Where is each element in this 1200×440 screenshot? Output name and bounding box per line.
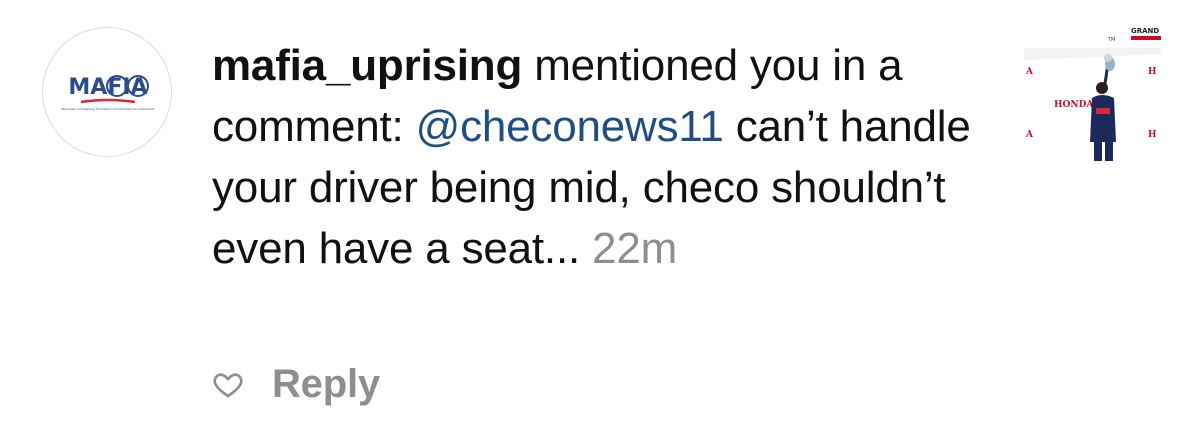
tm-mark: TM [1107, 37, 1115, 43]
svg-text:H: H [1148, 130, 1157, 140]
action-bar: Reply [212, 357, 380, 411]
heart-outline-icon[interactable] [212, 368, 244, 400]
avatar[interactable]: MAFIA Mercedes Autoleading Foundation of… [42, 27, 172, 157]
podium-photo: GRAND PRI TM A H HONDA A H [1024, 24, 1161, 161]
svg-text:A: A [1025, 67, 1034, 77]
svg-text:A: A [1025, 130, 1034, 140]
logo-subtext: Mercedes Autoleading Foundation of Inter… [61, 107, 154, 111]
timestamp: 22m [592, 224, 678, 273]
mafia-logo: MAFIA Mercedes Autoleading Foundation of… [61, 75, 155, 111]
post-thumbnail[interactable]: GRAND PRI TM A H HONDA A H [1024, 24, 1161, 161]
notification-text[interactable]: mafia_uprising mentioned you in a commen… [212, 35, 1002, 279]
sponsor-text: HONDA [1054, 100, 1094, 110]
banner-text: GRAND PRI [1131, 27, 1161, 35]
reply-button[interactable]: Reply [272, 362, 380, 407]
svg-text:H: H [1148, 67, 1157, 77]
username-link[interactable]: mafia_uprising [212, 41, 522, 90]
mention-link[interactable]: @checonews11 [416, 102, 724, 151]
